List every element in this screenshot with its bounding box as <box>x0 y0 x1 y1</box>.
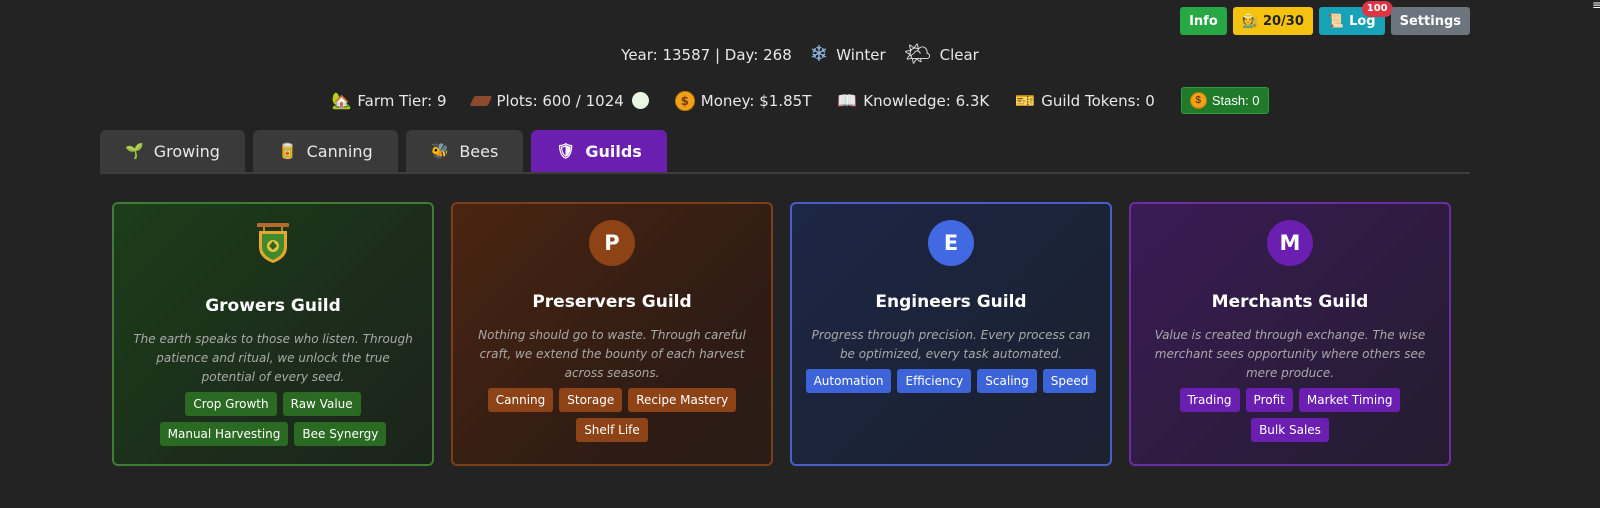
guild-tag: Canning <box>487 388 554 412</box>
coin-icon: $ <box>674 90 695 111</box>
farmer-icon: 🧑‍🌾 <box>1241 13 1258 29</box>
season-indicator: ❄ Winter <box>810 44 886 66</box>
date-text: Year: 13587 | Day: 268 <box>621 46 792 64</box>
guild-tag: Bulk Sales <box>1251 418 1329 442</box>
farm-tier-label: Farm Tier: 9 <box>357 91 447 110</box>
guild-emblem: P <box>589 220 635 266</box>
scroll-icon: 📜 <box>1327 13 1345 29</box>
tab-growing[interactable]: 🌱 Growing <box>100 130 245 172</box>
guild-tag: Bee Synergy <box>294 422 387 446</box>
guild-tag: Efficiency <box>897 369 972 393</box>
guild-name: Preservers Guild <box>532 292 692 312</box>
stats-bar: 🏡 Farm Tier: 9 Plots: 600 / 1024 $ Money… <box>0 87 1600 114</box>
growers-crest-icon <box>257 223 289 263</box>
guild-tags: Canning Storage Recipe Mastery Shelf Lif… <box>462 388 762 442</box>
guild-tags: Crop Growth Raw Value Manual Harvesting … <box>123 392 423 446</box>
sprout-icon: 🌱 <box>125 142 144 160</box>
guild-emblem: E <box>928 220 974 266</box>
guild-description: Progress through precision. Every proces… <box>811 328 1091 361</box>
log-button[interactable]: 📜 Log 100 <box>1318 1 1393 35</box>
merchants-guild-card[interactable]: M Merchants Guild Value is created throu… <box>1129 202 1451 466</box>
settings-label: Settings <box>1399 13 1461 29</box>
log-count-badge: 100 <box>1361 1 1393 17</box>
farmhouse-icon: 🏡 <box>331 91 352 110</box>
guild-tag: Recipe Mastery <box>628 388 737 412</box>
guild-description: The earth speaks to those who listen. Th… <box>133 332 413 384</box>
guild-tag: Raw Value <box>282 392 361 416</box>
top-button-bar: Info 🧑‍🌾 20/30 📜 Log 100 Settings <box>1180 1 1470 35</box>
weather-indicator: 🌤 Clear <box>904 44 979 66</box>
growers-guild-card[interactable]: Growers Guild The earth speaks to those … <box>112 202 434 466</box>
money-stat: $ Money: $1.85T <box>674 90 812 111</box>
guild-cards: Growers Guild The earth speaks to those … <box>112 202 1451 466</box>
weather-label: Clear <box>939 46 979 64</box>
tab-growing-label: Growing <box>153 141 220 161</box>
guild-description: Nothing should go to waste. Through care… <box>478 328 746 380</box>
guild-tag: Speed <box>1042 369 1097 393</box>
guild-tokens-stat: 🎫 Guild Tokens: 0 <box>1015 91 1155 110</box>
info-button[interactable]: Info <box>1180 7 1227 35</box>
guild-name: Merchants Guild <box>1211 292 1369 312</box>
knowledge-label: Knowledge: 6.3K <box>863 91 990 110</box>
plots-stat: Plots: 600 / 1024 <box>470 91 649 110</box>
guild-tokens-label: Guild Tokens: 0 <box>1041 91 1155 110</box>
guild-tag: Market Timing <box>1298 388 1401 412</box>
tab-bees[interactable]: 🐝 Bees <box>405 130 524 172</box>
guild-tags: Trading Profit Market Timing Bulk Sales <box>1140 388 1440 442</box>
stamina-button[interactable]: 🧑‍🌾 20/30 <box>1232 7 1313 35</box>
farm-tier-stat: 🏡 Farm Tier: 9 <box>331 91 446 110</box>
guild-emblem: M <box>1267 220 1313 266</box>
bee-icon: 🐝 <box>430 142 450 160</box>
shield-icon: 🛡 <box>556 142 576 160</box>
plot-status-orb-icon <box>631 92 649 109</box>
guild-tag: Storage <box>559 388 623 412</box>
soil-plot-icon <box>470 95 493 106</box>
snowflake-icon: ❄ <box>809 42 829 67</box>
stash-button[interactable]: $ Stash: 0 <box>1180 87 1269 114</box>
sun-cloud-icon: 🌤 <box>903 42 932 67</box>
plots-label: Plots: 600 / 1024 <box>496 91 624 110</box>
preservers-guild-card[interactable]: P Preservers Guild Nothing should go to … <box>451 202 773 466</box>
tab-guilds[interactable]: 🛡 Guilds <box>531 130 667 172</box>
guild-tag: Profit <box>1245 388 1293 412</box>
guild-tag: Crop Growth <box>185 392 277 416</box>
tab-bees-label: Bees <box>459 141 499 161</box>
guild-tag: Trading <box>1179 388 1240 412</box>
knowledge-stat: 📖 Knowledge: 6.3K <box>837 91 989 110</box>
jar-icon: 🥫 <box>277 142 297 160</box>
tab-canning-label: Canning <box>306 141 373 161</box>
tab-guilds-label: Guilds <box>585 141 642 161</box>
book-icon: 📖 <box>837 91 858 110</box>
stash-label: Stash: 0 <box>1211 93 1260 108</box>
date-line: Year: 13587 | Day: 268 ❄ Winter 🌤 Clear <box>0 44 1600 66</box>
guild-tag: Manual Harvesting <box>159 422 289 446</box>
guild-tag: Automation <box>805 369 892 393</box>
guild-tag: Scaling <box>977 369 1037 393</box>
money-label: Money: $1.85T <box>700 91 812 110</box>
guild-description: Value is created through exchange. The w… <box>1154 328 1426 380</box>
ticket-icon: 🎫 <box>1015 91 1036 110</box>
window-edge-menu-icon[interactable]: ≡ <box>1592 0 1600 14</box>
engineers-guild-card[interactable]: E Engineers Guild Progress through preci… <box>790 202 1112 466</box>
info-button-label: Info <box>1189 13 1218 29</box>
guild-tag: Shelf Life <box>576 418 648 442</box>
guild-tags: Automation Efficiency Scaling Speed <box>801 369 1101 393</box>
settings-button[interactable]: Settings <box>1390 7 1470 35</box>
season-label: Winter <box>836 46 886 64</box>
tab-canning[interactable]: 🥫 Canning <box>252 130 398 172</box>
guild-name: Engineers Guild <box>875 292 1027 312</box>
guild-name: Growers Guild <box>205 296 341 316</box>
main-tabs: 🌱 Growing 🥫 Canning 🐝 Bees 🛡 Guilds <box>100 130 1470 174</box>
stamina-label: 20/30 <box>1262 13 1304 29</box>
stash-coin-icon: $ <box>1189 92 1207 109</box>
